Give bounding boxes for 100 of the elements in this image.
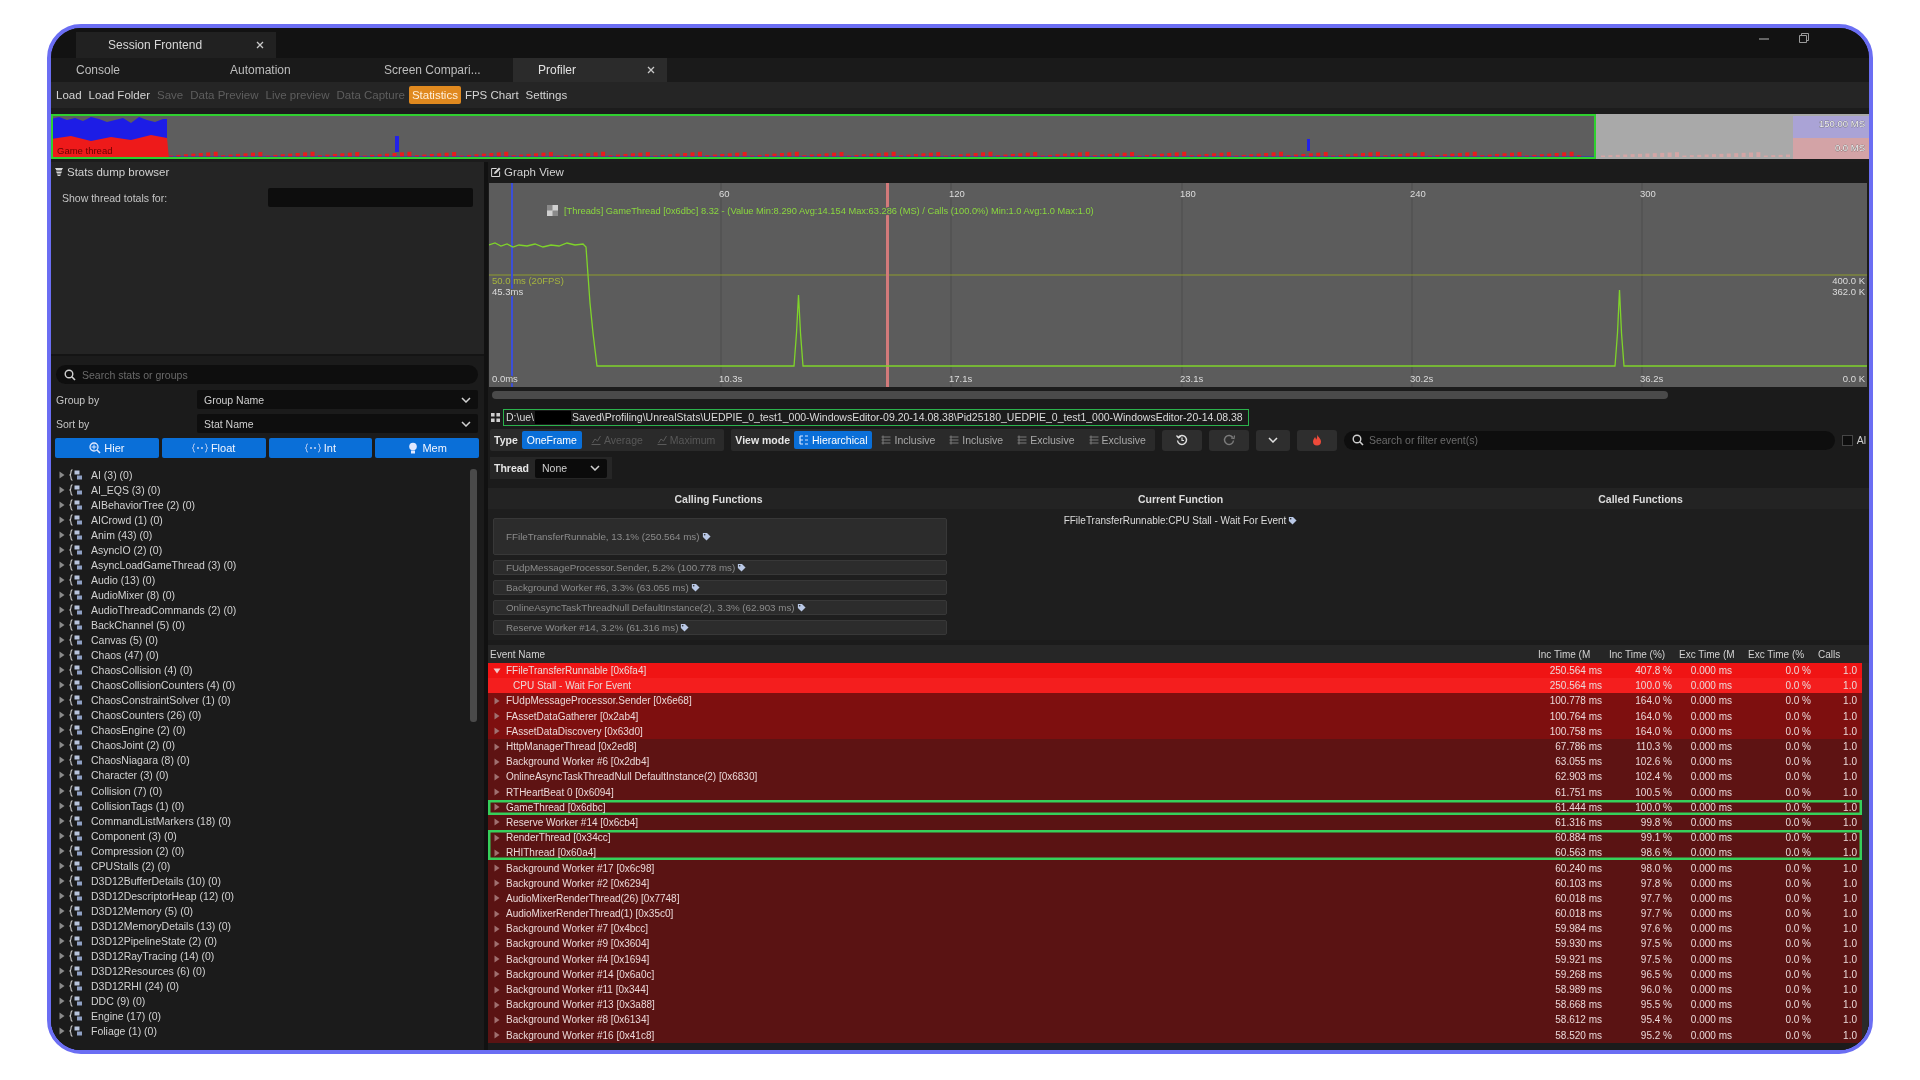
view-mode-option[interactable]: Exclusive — [1083, 431, 1151, 449]
tab[interactable]: Console — [51, 58, 205, 82]
stat-group-item[interactable]: AI_EQS (3) (0) — [51, 482, 470, 498]
document-tab[interactable]: Session Frontend — [76, 32, 276, 58]
expander-icon[interactable] — [493, 696, 501, 705]
stat-group-item[interactable]: CollisionTags (1) (0) — [51, 798, 470, 814]
event-row[interactable]: RHIThread [0x60a4] 60.563 ms 98.6 % 0.000 ms 0.0 % 1.0 — [488, 845, 1862, 861]
expander-icon[interactable] — [493, 818, 501, 827]
history-button[interactable] — [1161, 429, 1202, 451]
type-option[interactable]: OneFrame — [521, 431, 582, 449]
expander-icon[interactable] — [493, 712, 501, 721]
sort-by-dropdown[interactable]: Stat Name — [197, 414, 478, 433]
event-search-field[interactable]: Search or filter event(s) — [1343, 430, 1835, 450]
search-field[interactable]: Search stats or groups — [56, 365, 478, 384]
expander-icon[interactable] — [493, 803, 501, 812]
stat-group-item[interactable]: D3D12DescriptorHeap (12) (0) — [51, 888, 470, 904]
checkbox[interactable] — [1841, 434, 1853, 446]
expander-icon[interactable] — [493, 1015, 501, 1024]
expander-icon[interactable] — [493, 1031, 501, 1040]
column-header[interactable]: Exc Time (M — [1677, 648, 1746, 660]
stat-group-item[interactable]: AudioThreadCommands (2) (0) — [51, 602, 470, 618]
caller-item[interactable]: FFileTransferRunnable, 13.1% (250.564 ms) — [493, 518, 947, 555]
stat-group-item[interactable]: Anim (43) (0) — [51, 527, 470, 543]
expander-icon[interactable] — [493, 894, 501, 903]
stat-group-item[interactable]: ChaosEngine (2) (0) — [51, 722, 470, 738]
stat-group-item[interactable]: ChaosCollision (4) (0) — [51, 662, 470, 678]
stat-group-item[interactable]: CPUStalls (2) (0) — [51, 858, 470, 874]
expander-icon[interactable] — [493, 742, 501, 751]
toolbar-button[interactable]: FPS Chart — [461, 86, 522, 104]
stat-group-item[interactable]: D3D12PipelineState (2) (0) — [51, 933, 470, 949]
expander-icon[interactable] — [493, 788, 501, 797]
stat-group-item[interactable]: Foliage (1) (0) — [51, 1023, 470, 1039]
tab[interactable]: Profiler — [513, 58, 667, 82]
stat-group-item[interactable]: ChaosConstraintSolver (1) (0) — [51, 692, 470, 708]
stat-group-item[interactable]: BackChannel (5) (0) — [51, 617, 470, 633]
close-icon[interactable] — [647, 66, 655, 74]
stat-group-item[interactable]: DDC (9) (0) — [51, 993, 470, 1009]
options-dropdown[interactable] — [1255, 429, 1290, 451]
view-toggle-button[interactable]: Float — [161, 438, 266, 458]
stat-group-item[interactable]: Character (3) (0) — [51, 767, 470, 783]
event-row[interactable]: FFileTransferRunnable [0x6fa4] 250.564 ms 407.8 % 0.000 ms 0.0 % 1.0 — [488, 663, 1862, 679]
column-header[interactable]: Inc Time (%) — [1607, 648, 1677, 660]
scrollbar-thumb[interactable] — [470, 469, 477, 722]
view-mode-option[interactable]: Inclusive — [876, 431, 941, 449]
cursor-line[interactable] — [511, 183, 513, 387]
expander-icon[interactable] — [493, 727, 501, 736]
event-row[interactable]: RenderThread [0x34cc] 60.884 ms 99.1 % 0.000 ms 0.0 % 1.0 — [488, 830, 1862, 846]
view-toggle-button[interactable]: Mem — [375, 438, 479, 458]
stat-group-item[interactable]: D3D12Resources (6) (0) — [51, 963, 470, 979]
restore-icon[interactable] — [1799, 33, 1809, 43]
stat-group-item[interactable]: ChaosCollisionCounters (4) (0) — [51, 677, 470, 693]
event-row[interactable]: Background Worker #17 [0x6c98] 60.240 ms 98.0 % 0.000 ms 0.0 % 1.0 — [488, 860, 1862, 876]
stat-group-item[interactable]: AICrowd (1) (0) — [51, 512, 470, 528]
toolbar-button[interactable]: Load — [53, 86, 85, 104]
column-header[interactable]: Exc Time (% — [1746, 648, 1816, 660]
stat-group-item[interactable]: D3D12RayTracing (14) (0) — [51, 948, 470, 964]
event-row[interactable]: OnlineAsyncTaskThreadNull DefaultInstance(2) [0x6830] 62.903 ms 102.4 % 0.000 ms 0.0 % 1.0 — [488, 769, 1862, 785]
expander-icon[interactable] — [493, 909, 501, 918]
caller-item[interactable]: Background Worker #6, 3.3% (63.055 ms) — [493, 580, 947, 595]
expander-icon[interactable] — [493, 939, 501, 948]
stat-group-item[interactable]: D3D12Memory (5) (0) — [51, 903, 470, 919]
tab[interactable]: Screen Compari... — [359, 58, 513, 82]
view-mode-option[interactable]: Inclusive — [944, 431, 1009, 449]
stat-group-item[interactable]: AsyncIO (2) (0) — [51, 542, 470, 558]
toolbar-button[interactable]: Settings — [522, 86, 571, 104]
flame-button[interactable] — [1296, 429, 1337, 451]
expander-icon[interactable] — [493, 1000, 501, 1009]
view-toggle-button[interactable]: Hier — [55, 438, 159, 458]
stat-group-item[interactable]: ChaosNiagara (8) (0) — [51, 752, 470, 768]
event-row[interactable]: Background Worker #6 [0x2db4] 63.055 ms 102.6 % 0.000 ms 0.0 % 1.0 — [488, 754, 1862, 770]
tab[interactable]: Automation — [205, 58, 359, 82]
thread-dropdown[interactable]: None — [535, 458, 607, 478]
close-icon[interactable] — [256, 41, 264, 49]
expander-icon[interactable] — [493, 955, 501, 964]
column-header[interactable]: Event Name — [488, 648, 1536, 660]
event-row[interactable]: Background Worker #8 [0x6134] 58.612 ms 95.4 % 0.000 ms 0.0 % 1.0 — [488, 1012, 1862, 1028]
expander-icon[interactable] — [493, 879, 501, 888]
toolbar-button[interactable]: Load Folder — [85, 86, 153, 104]
expander-icon[interactable] — [493, 772, 501, 781]
caller-item[interactable]: FUdpMessageProcessor.Sender, 5.2% (100.778 ms) — [493, 560, 947, 575]
current-function[interactable]: FFileTransferRunnable:CPU Stall - Wait For Event — [1063, 515, 1298, 526]
stat-group-item[interactable]: CommandListMarkers (18) (0) — [51, 813, 470, 829]
expander-icon[interactable] — [493, 848, 501, 857]
stat-group-item[interactable]: AsyncLoadGameThread (3) (0) — [51, 557, 470, 573]
stat-group-item[interactable]: Canvas (5) (0) — [51, 632, 470, 648]
stat-group-item[interactable]: D3D12RHI (24) (0) — [51, 978, 470, 994]
stat-group-item[interactable]: Chaos (47) (0) — [51, 647, 470, 663]
stat-group-item[interactable]: Engine (17) (0) — [51, 1008, 470, 1024]
stat-group-item[interactable]: AudioMixer (8) (0) — [51, 587, 470, 603]
event-row[interactable]: Background Worker #7 [0x4bcc] 59.984 ms 97.6 % 0.000 ms 0.0 % 1.0 — [488, 921, 1862, 937]
event-row[interactable]: Background Worker #13 [0x3a88] 58.668 ms 95.5 % 0.000 ms 0.0 % 1.0 — [488, 997, 1862, 1013]
column-header[interactable]: Calls — [1816, 648, 1862, 660]
stat-group-item[interactable]: AI (3) (0) — [51, 467, 470, 483]
stat-group-item[interactable]: ChaosJoint (2) (0) — [51, 737, 470, 753]
event-row[interactable]: FUdpMessageProcessor.Sender [0x6e68] 100.778 ms 164.0 % 0.000 ms 0.0 % 1.0 — [488, 693, 1862, 709]
expander-icon[interactable] — [493, 666, 501, 675]
stat-group-item[interactable]: D3D12MemoryDetails (13) (0) — [51, 918, 470, 934]
scrollbar-thumb[interactable] — [492, 391, 1668, 399]
group-by-dropdown[interactable]: Group Name — [197, 390, 478, 409]
expander-icon[interactable] — [493, 864, 501, 873]
